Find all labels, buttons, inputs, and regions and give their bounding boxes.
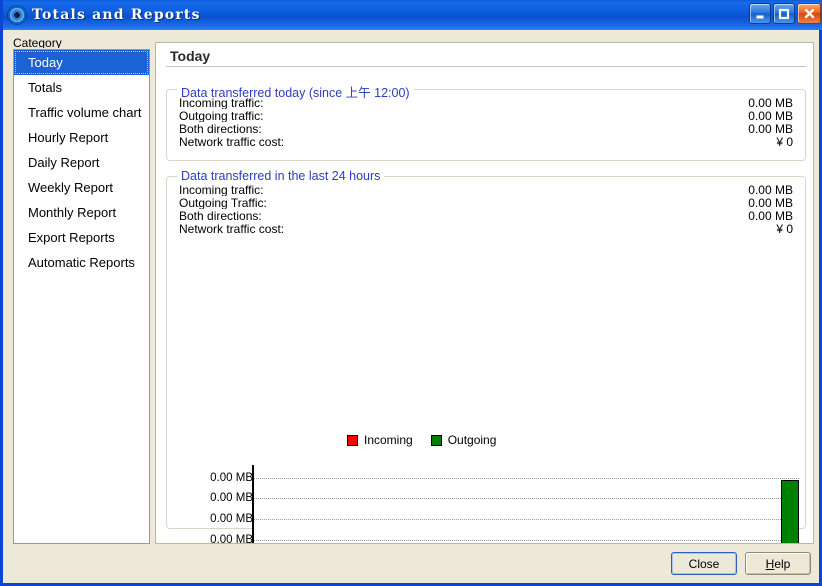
sidebar-item-automatic-reports[interactable]: Automatic Reports xyxy=(14,250,149,275)
row24-incoming-traffic-value: 0.00 MB xyxy=(748,183,793,196)
chart-gridline xyxy=(253,539,799,541)
chart-bar-outgoing xyxy=(781,479,799,543)
sidebar-item-hourly-report[interactable]: Hourly Report xyxy=(14,125,149,150)
row-incoming-traffic-value: 0.00 MB xyxy=(748,96,793,109)
row-network-cost-value: ¥ 0 xyxy=(776,135,793,148)
dialog-button-bar: Close Help xyxy=(671,552,811,575)
group-today-transfer-rows: Incoming traffic: 0.00 MB Outgoing traff… xyxy=(167,96,805,148)
chart-gridline xyxy=(253,519,799,520)
chart-gridline xyxy=(253,477,799,479)
chart-y-label: 0.00 MB xyxy=(210,513,253,525)
row24-outgoing-traffic-label: Outgoing Traffic: xyxy=(179,196,267,209)
sidebar-item-traffic-volume-chart[interactable]: Traffic volume chart xyxy=(14,100,149,125)
sidebar-item-weekly-report[interactable]: Weekly Report xyxy=(14,175,149,200)
help-suffix: elp xyxy=(774,556,791,571)
row-both-directions-label: Both directions: xyxy=(179,122,262,135)
sidebar-item-export-reports[interactable]: Export Reports xyxy=(14,225,149,250)
legend-swatch-incoming xyxy=(347,434,358,446)
category-list[interactable]: Today Totals Traffic volume chart Hourly… xyxy=(13,49,150,544)
minimize-button[interactable] xyxy=(749,3,771,24)
chart-plot-area xyxy=(253,469,799,543)
group-today-transfer: Data transferred today (since 上午 12:00) … xyxy=(166,82,806,161)
row24-network-cost-value: ¥ 0 xyxy=(776,222,793,235)
sidebar-item-today[interactable]: Today xyxy=(14,50,149,75)
close-button[interactable] xyxy=(797,3,821,24)
row-outgoing-traffic: Outgoing traffic: 0.00 MB xyxy=(167,109,805,122)
page-title: Today xyxy=(170,48,211,64)
row-incoming-traffic-label: Incoming traffic: xyxy=(179,96,264,109)
title-bar: Totals and Reports xyxy=(3,0,822,30)
maximize-button[interactable] xyxy=(773,3,795,24)
row24-network-cost-label: Network traffic cost: xyxy=(179,222,285,235)
chart-y-axis-labels: 0.00 MB0.00 MB0.00 MB0.00 MB0.00 MB0.00 … xyxy=(167,463,253,544)
row-outgoing-traffic-label: Outgoing traffic: xyxy=(179,109,264,122)
row-network-cost-label: Network traffic cost: xyxy=(179,135,285,148)
sidebar-item-totals[interactable]: Totals xyxy=(14,75,149,100)
traffic-chart: 0.00 MB0.00 MB0.00 MB0.00 MB0.00 MB0.00 … xyxy=(167,463,813,544)
window-controls xyxy=(749,3,821,24)
app-eye-icon xyxy=(8,6,26,24)
row-both-directions: Both directions: 0.00 MB xyxy=(167,122,805,135)
legend-item-incoming: Incoming xyxy=(347,433,413,447)
legend-swatch-outgoing xyxy=(430,434,442,446)
chart-y-label: 0.00 MB xyxy=(210,471,253,484)
chart-y-label: 0.00 MB xyxy=(210,533,253,544)
window-title: Totals and Reports xyxy=(32,7,201,23)
group-last24h-transfer-title: Data transferred in the last 24 hours xyxy=(177,169,385,183)
row-incoming-traffic: Incoming traffic: 0.00 MB xyxy=(167,96,805,109)
chart-legend: Incoming Outgoing xyxy=(347,433,496,447)
category-label: Category xyxy=(13,37,62,48)
legend-label-incoming: Incoming xyxy=(364,433,413,447)
row24-both-directions-value: 0.00 MB xyxy=(748,209,793,222)
row-both-directions-value: 0.00 MB xyxy=(748,122,793,135)
row24-incoming-traffic-label: Incoming traffic: xyxy=(179,183,264,196)
chart-y-axis-line xyxy=(252,465,254,543)
sidebar-item-daily-report[interactable]: Daily Report xyxy=(14,150,149,175)
close-button-dialog[interactable]: Close xyxy=(671,552,737,575)
legend-label-outgoing: Outgoing xyxy=(447,433,497,447)
row24-outgoing-traffic-value: 0.00 MB xyxy=(748,196,793,209)
row24-both-directions-label: Both directions: xyxy=(179,209,262,222)
legend-item-outgoing: Outgoing xyxy=(430,433,497,447)
main-panel: Today Data transferred today (since 上午 1… xyxy=(155,42,814,544)
help-button-label: Help xyxy=(766,557,791,571)
chart-gridline xyxy=(253,498,799,500)
row24-incoming-traffic: Incoming traffic: 0.00 MB xyxy=(167,183,805,196)
row24-outgoing-traffic: Outgoing Traffic: 0.00 MB xyxy=(167,196,805,209)
row-outgoing-traffic-value: 0.00 MB xyxy=(748,109,793,122)
row24-network-cost: Network traffic cost: ¥ 0 xyxy=(167,222,805,235)
sidebar-item-monthly-report[interactable]: Monthly Report xyxy=(14,200,149,225)
group-last24h-transfer-rows: Incoming traffic: 0.00 MB Outgoing Traff… xyxy=(167,183,805,235)
group-last24h-transfer: Data transferred in the last 24 hours In… xyxy=(166,169,806,543)
help-button[interactable]: Help xyxy=(745,552,811,575)
row-network-cost: Network traffic cost: ¥ 0 xyxy=(167,135,805,148)
title-divider xyxy=(166,66,806,67)
row24-both-directions: Both directions: 0.00 MB xyxy=(167,209,805,222)
totals-and-reports-window: Totals and Reports Category Today Totals… xyxy=(0,0,822,586)
chart-y-label: 0.00 MB xyxy=(210,492,253,505)
